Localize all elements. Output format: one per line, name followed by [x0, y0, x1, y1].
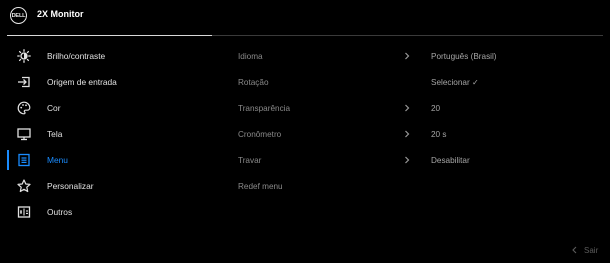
menu-label-color: Cor [47, 103, 61, 113]
exit-button[interactable]: Sair [572, 243, 598, 257]
menu-label-personalize: Personalizar [47, 181, 94, 191]
rotation-value: Selecionar ✓ [431, 78, 479, 87]
submenu-item-timer[interactable]: Cronômetro [238, 124, 281, 144]
menu-item-personalize[interactable]: Personalizar [14, 176, 214, 196]
chevron-right-icon [402, 150, 412, 170]
header-divider [7, 35, 212, 36]
monitor-osd: DELL 2X Monitor Brilho/contraste Origem … [0, 0, 610, 263]
menu-label-menu: Menu [47, 155, 68, 165]
chevron-left-icon [572, 246, 577, 254]
header-divider-right [212, 35, 603, 36]
transparency-value: 20 [431, 103, 441, 113]
active-indicator [7, 150, 9, 170]
monitor-title: 2X Monitor [37, 9, 84, 19]
chevron-right-icon [402, 46, 412, 66]
submenu-item-language[interactable]: Idioma [238, 46, 263, 66]
language-value: Português (Brasil) [431, 51, 497, 61]
menu-item-display[interactable]: Tela [14, 124, 214, 144]
osd-header: DELL 2X Monitor [0, 0, 610, 32]
menu-label-display: Tela [47, 129, 63, 139]
menu-icon [16, 152, 32, 168]
menu-item-menu[interactable]: Menu [14, 150, 214, 170]
menu-item-others[interactable]: Outros [14, 202, 214, 222]
star-icon [16, 178, 32, 194]
submenu-item-rotation[interactable]: Rotação [238, 72, 269, 92]
menu-label-input-source: Origem de entrada [47, 77, 117, 87]
menu-item-brightness-contrast[interactable]: Brilho/contraste [14, 46, 214, 66]
exit-label: Sair [584, 245, 599, 255]
display-icon [16, 126, 32, 142]
submenu-item-lock[interactable]: Travar [238, 150, 261, 170]
input-source-icon [16, 74, 32, 90]
brightness-icon [16, 48, 32, 64]
timer-value: 20 s [431, 129, 447, 139]
others-icon [16, 204, 32, 220]
color-palette-icon [16, 100, 32, 116]
lock-value: Desabilitar [431, 155, 470, 165]
chevron-right-icon [402, 98, 412, 118]
menu-label-brightness-contrast: Brilho/contraste [47, 51, 106, 61]
dell-logo: DELL [10, 7, 27, 24]
submenu-item-transparency[interactable]: Transparência [238, 98, 290, 118]
menu-item-color[interactable]: Cor [14, 98, 214, 118]
chevron-right-icon [402, 124, 412, 144]
menu-label-others: Outros [47, 207, 73, 217]
submenu-item-menu-reset[interactable]: Redef menu [238, 176, 283, 196]
menu-item-input-source[interactable]: Origem de entrada [14, 72, 214, 92]
